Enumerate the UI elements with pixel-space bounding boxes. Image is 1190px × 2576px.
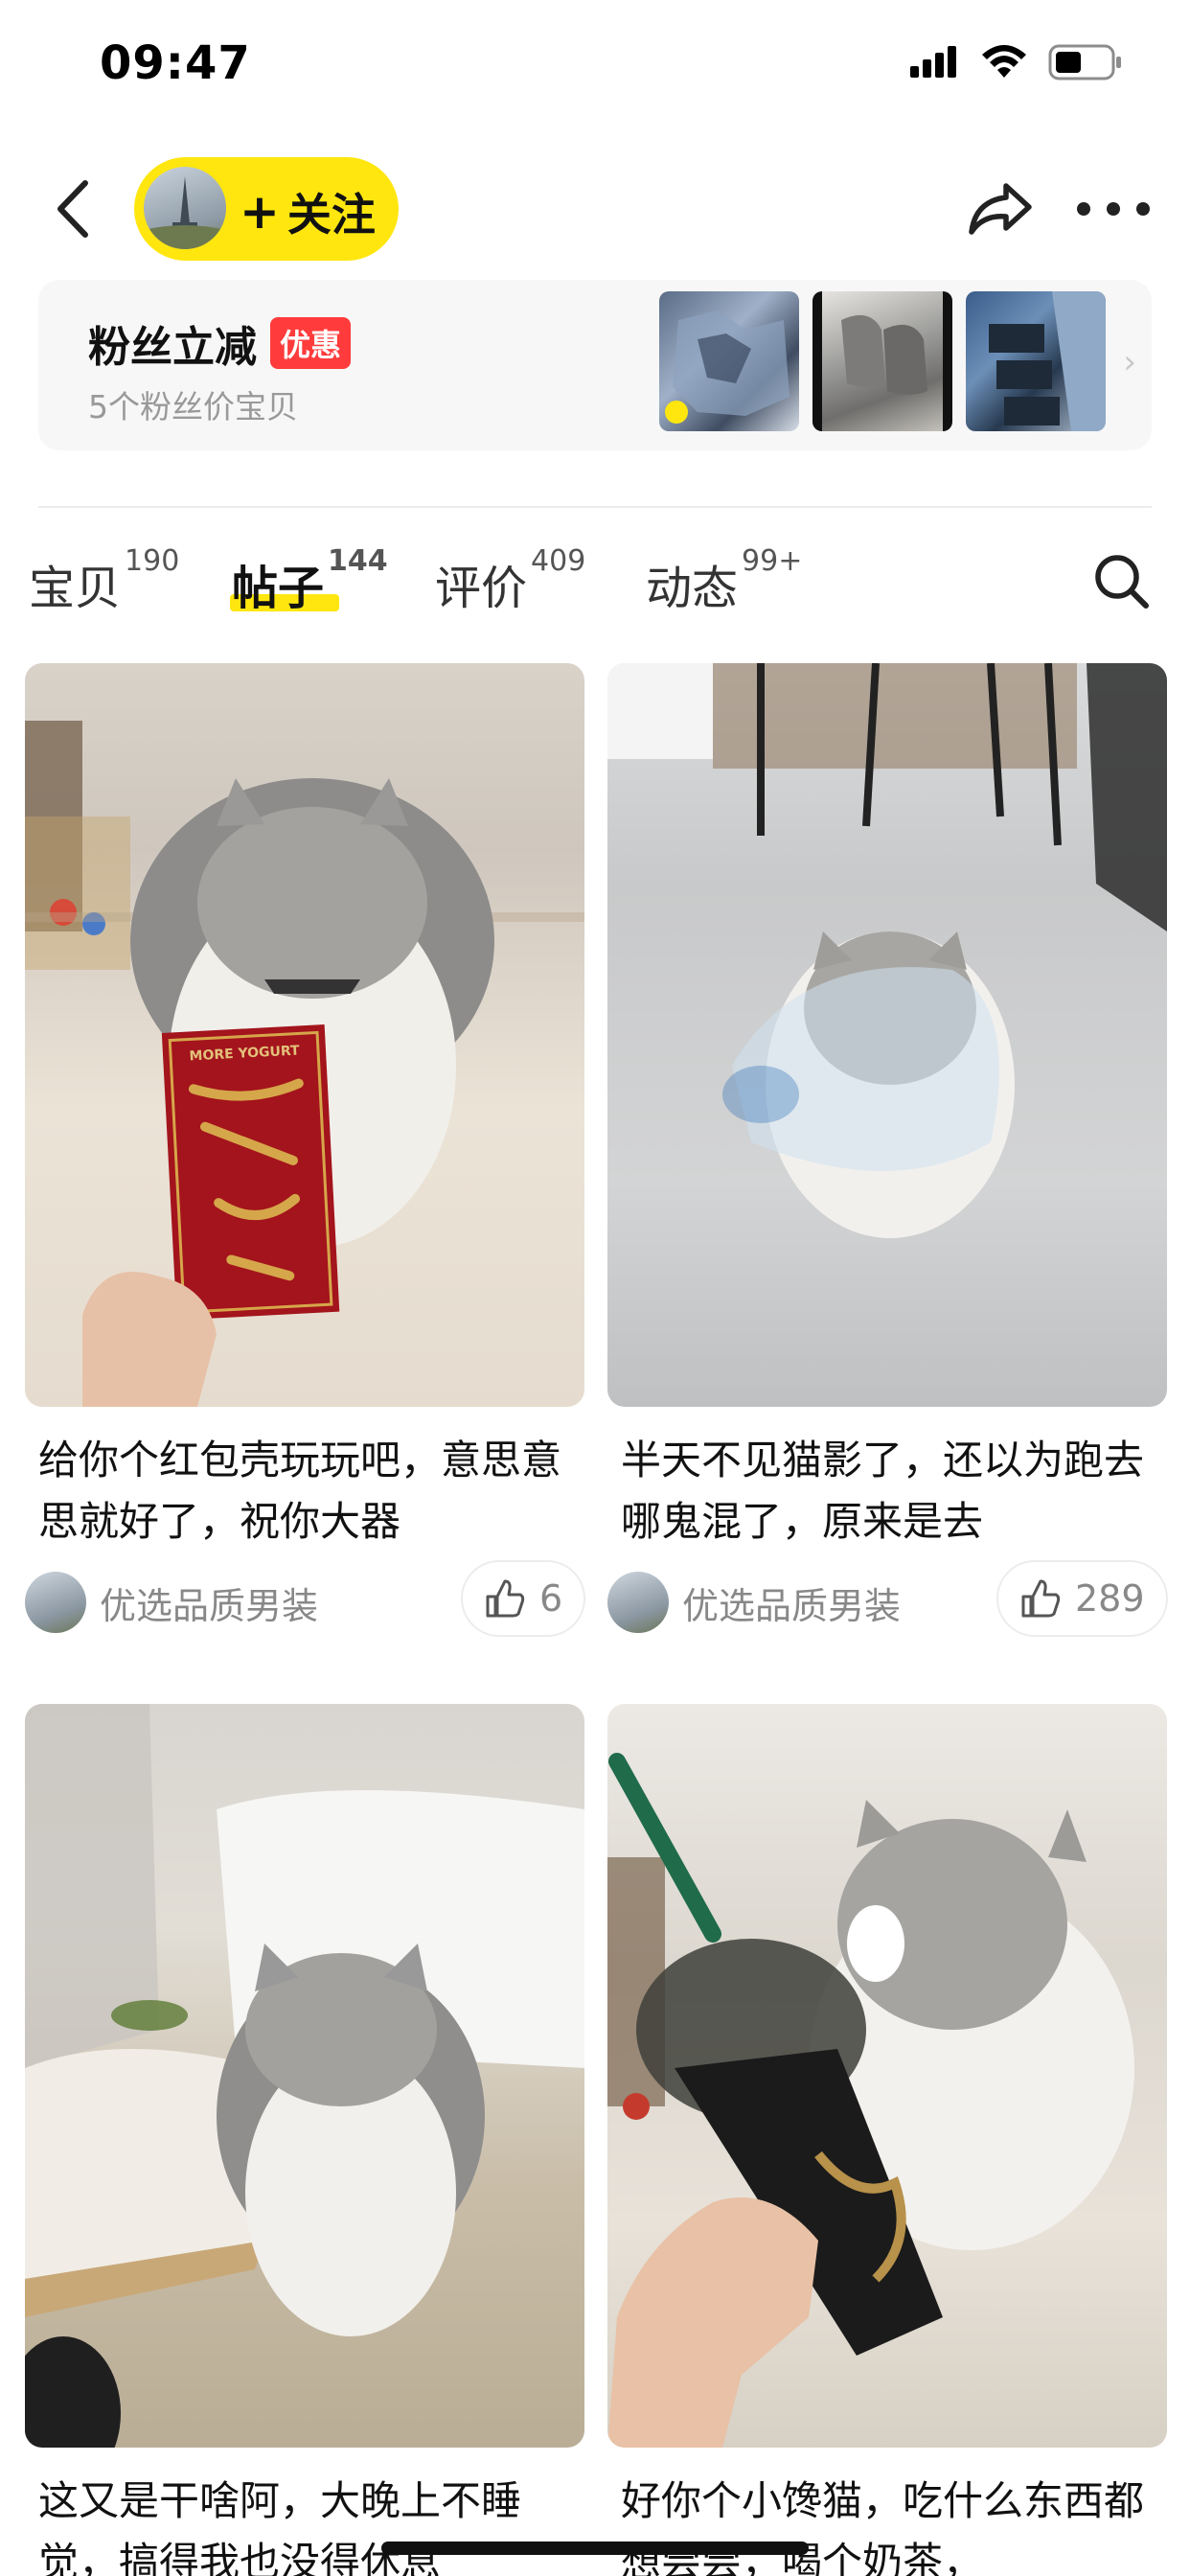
promo-title-text: 粉丝立减: [88, 323, 257, 372]
tab-activity[interactable]: 动态 99+: [646, 544, 802, 617]
post-title[interactable]: 这又是干啥阿，大晚上不睡觉，搞得我也没得休息: [38, 2471, 575, 2576]
post-author[interactable]: 优选品质男装: [607, 1572, 901, 1633]
post-image-cat-red-envelope[interactable]: MORE YOGURT: [25, 663, 584, 1407]
tab-count: 144: [328, 544, 388, 578]
search-icon: [1095, 555, 1149, 609]
promo-badge: 优惠: [270, 317, 352, 369]
post-image-cat-plastic-bag[interactable]: [607, 663, 1167, 1407]
more-button[interactable]: [1077, 186, 1150, 232]
battery-icon: [1048, 44, 1121, 80]
status-bar: 09:47: [0, 0, 1190, 126]
more-dot-icon: [1077, 202, 1090, 216]
thumbs-up-icon: [1021, 1579, 1061, 1618]
more-dot-icon: [1136, 202, 1150, 216]
post-author[interactable]: 优选品质男装: [25, 1572, 318, 1633]
more-dot-icon: [1107, 202, 1120, 216]
author-name: 优选品质男装: [682, 1584, 902, 1627]
promo-product-shirts[interactable]: [659, 291, 799, 431]
post-title[interactable]: 给你个红包壳玩玩吧，意思意思就好了，祝你大器: [38, 1430, 575, 1552]
post-card[interactable]: 这又是干啥阿，大晚上不睡觉，搞得我也没得休息: [25, 1704, 584, 2576]
tab-count: 99+: [742, 544, 803, 578]
post-title[interactable]: 好你个小馋猫，吃什么东西都想尝尝，喝个奶茶，: [621, 2471, 1157, 2576]
back-button[interactable]: [38, 172, 105, 245]
chevron-right-icon[interactable]: ›: [1123, 343, 1136, 381]
wifi-icon: [982, 45, 1026, 78]
tab-label: 动态: [646, 562, 739, 615]
tab-count: 409: [531, 544, 586, 578]
home-indicator[interactable]: [381, 2542, 809, 2555]
follow-button[interactable]: + 关注: [134, 157, 399, 261]
like-count: 6: [539, 1577, 563, 1620]
post-image-cat-milk-tea[interactable]: [607, 1704, 1167, 2448]
author-name: 优选品质男装: [100, 1584, 319, 1627]
plus-icon: +: [240, 184, 280, 240]
like-button[interactable]: 6: [461, 1560, 586, 1637]
tab-label: 宝贝: [29, 562, 122, 615]
promo-subtitle: 5个粉丝价宝贝: [88, 388, 298, 426]
thumbs-up-icon: [486, 1579, 525, 1618]
content-tabs: 宝贝 190 帖子 144 评价 409 动态 99+: [0, 537, 1190, 632]
like-count: 289: [1075, 1577, 1145, 1620]
like-button[interactable]: 289: [996, 1560, 1168, 1637]
divider: [38, 506, 1152, 508]
status-time: 09:47: [100, 36, 251, 90]
fan-discount-banner[interactable]: 粉丝立减 优惠 5个粉丝价宝贝 ›: [38, 280, 1152, 450]
avatar: [607, 1572, 669, 1633]
post-title[interactable]: 半天不见猫影了，还以为跑去哪鬼混了，原来是去: [621, 1430, 1157, 1552]
chevron-left-icon: [57, 180, 88, 238]
tab-label: 帖子: [232, 562, 325, 615]
promo-product-jeans[interactable]: [966, 291, 1106, 431]
header: + 关注: [0, 144, 1190, 274]
post-card[interactable]: 好你个小馋猫，吃什么东西都想尝尝，喝个奶茶，: [607, 1704, 1167, 2576]
shop-avatar: [144, 167, 226, 249]
post-card[interactable]: 半天不见猫影了，还以为跑去哪鬼混了，原来是去 优选品质男装 289: [607, 663, 1168, 1641]
follow-text: 关注: [286, 189, 376, 241]
tab-reviews[interactable]: 评价 409: [435, 544, 585, 617]
status-icons: [910, 44, 1123, 80]
signal-icon: [910, 46, 956, 78]
promo-title: 粉丝立减 优惠: [88, 312, 352, 374]
promo-product-boots[interactable]: [812, 291, 952, 431]
tab-count: 190: [125, 544, 180, 578]
follow-label: + 关注: [240, 180, 376, 243]
share-button[interactable]: [964, 172, 1037, 245]
post-card[interactable]: MORE YOGURT 给你个红包壳玩玩吧，意思意思就好了，祝你大器 优选品质男…: [25, 663, 586, 1641]
avatar: [25, 1572, 86, 1633]
tab-products[interactable]: 宝贝 190: [29, 544, 179, 617]
search-button[interactable]: [1090, 550, 1154, 613]
post-image-cat-sleepy[interactable]: [25, 1704, 584, 2448]
tab-posts[interactable]: 帖子 144: [232, 544, 388, 617]
share-icon: [969, 183, 1032, 235]
tab-label: 评价: [435, 562, 528, 615]
